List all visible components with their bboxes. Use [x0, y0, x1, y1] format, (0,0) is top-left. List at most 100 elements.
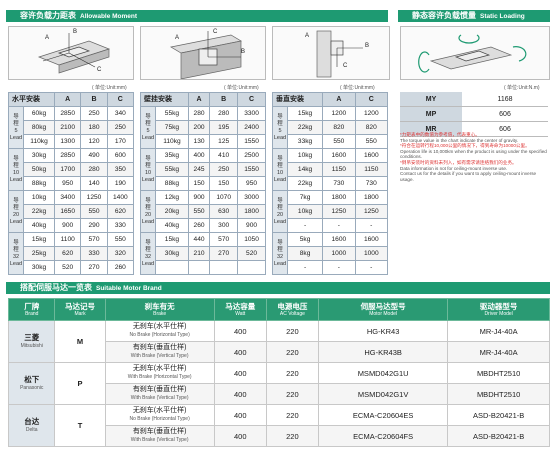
- table-row: 25kg 620 330 320: [9, 246, 135, 261]
- lead-text: 导: [13, 197, 19, 204]
- lead-label: 导程 32 Lead: [272, 232, 288, 275]
- lead-text: 导: [145, 113, 151, 120]
- brand-cn: 松下: [24, 374, 40, 384]
- load-cell: 60kg: [22, 106, 56, 121]
- brand-en: Panasonic: [20, 384, 44, 391]
- header-en: Watt: [235, 311, 246, 317]
- unit-label-wall: ( 单位:Unit:mm): [224, 85, 259, 91]
- lead-text: 导: [13, 239, 19, 246]
- value-cell: 320: [106, 246, 135, 261]
- value-cell: 190: [106, 176, 135, 191]
- value-cell: 280: [187, 106, 211, 121]
- motor-column-header: 电源电压 AC Voltage: [265, 298, 320, 321]
- header-en: Driver Model: [484, 311, 513, 317]
- static-value: 606: [462, 106, 548, 122]
- lead-label: 导程 5 Lead: [140, 106, 156, 149]
- value-cell: 120: [80, 134, 108, 149]
- load-cell: 30kg: [22, 260, 56, 275]
- brake-cn: 无刹车(水平仕样): [132, 365, 187, 372]
- mark-cell: P: [54, 362, 106, 405]
- load-cell: 110kg: [22, 134, 56, 149]
- header-en: Brand: [25, 311, 39, 317]
- value-cell: 250: [80, 106, 108, 121]
- table-row: 导程 5 Lead 60kg 2850 250 340: [8, 106, 135, 149]
- lead-text: 32: [276, 253, 284, 260]
- table-row: 55kg 245 250 1550: [141, 162, 266, 177]
- driver-cell: MBDHT2510: [447, 362, 550, 384]
- volt-cell: 220: [265, 383, 320, 405]
- model-cell: MSMD042G1U: [317, 362, 449, 384]
- brake-cn: 有刹车(垂直仕样): [132, 386, 187, 393]
- lead-text: 10: [144, 169, 152, 176]
- model-cell: MSMD042G1V: [317, 383, 449, 405]
- load-cell: 33kg: [286, 134, 324, 149]
- load-cell: 80kg: [22, 120, 56, 135]
- lead-text: 导: [13, 113, 19, 120]
- value-cell: 3300: [237, 106, 266, 121]
- value-cell: 270: [80, 260, 108, 275]
- static-loading-header: 静态容许负载惯量Static Loading Moment: [398, 10, 550, 33]
- fig3-label-b: B: [365, 43, 370, 49]
- volt-cell: 220: [265, 320, 320, 342]
- static-row: MP 606: [400, 106, 548, 122]
- value-cell: 260: [187, 218, 211, 233]
- lead-text: 程: [145, 246, 151, 253]
- lead-label: 导程 20 Lead: [140, 190, 156, 233]
- value-cell: 3400: [54, 190, 82, 205]
- lead-text: 20: [276, 211, 284, 218]
- load-cell: 50kg: [22, 162, 56, 177]
- load-cell: 55kg: [155, 106, 189, 121]
- value-cell: 820: [322, 120, 356, 135]
- value-cell: 270: [209, 246, 239, 261]
- value-cell: 200: [187, 120, 211, 135]
- value-cell: 250: [106, 120, 135, 135]
- table-row: 75kg 200 195 2400: [141, 120, 266, 135]
- header-cn: 刹车有无: [144, 302, 175, 311]
- value-cell: 195: [209, 120, 239, 135]
- volt-cell: 220: [265, 425, 320, 447]
- table-row: 50kg 1700 280 350: [9, 162, 135, 177]
- wall-mount-table: 壁挂安装 A B C 导程 5 Lead 55kg 280 280 3300 75kg 200 195 24…: [140, 92, 266, 275]
- fig2-label-c: C: [213, 29, 218, 35]
- column-header: C: [237, 92, 266, 107]
- header-cn: 马达记号: [65, 302, 96, 311]
- value-cell: 1250: [354, 204, 389, 219]
- lead-text: 10: [12, 169, 20, 176]
- lead-text: Lead: [273, 260, 287, 267]
- value-cell: 2850: [54, 148, 82, 163]
- unit-label-horizontal: ( 单位:Unit:mm): [92, 85, 127, 91]
- volt-cell: 220: [265, 362, 320, 384]
- load-cell: 10kg: [286, 204, 324, 219]
- model-cell: HG-KR43B: [317, 341, 449, 363]
- lead-text: 5: [14, 127, 18, 134]
- brake-en: With Brake (Vertical Type): [130, 437, 189, 443]
- table-row: 导程 20 Lead 12kg 900 1070 3000: [140, 190, 266, 233]
- brake-cn: 无刹车(水平仕样): [132, 407, 187, 414]
- value-cell: -: [354, 260, 389, 275]
- volt-cell: 220: [265, 404, 320, 426]
- brand-cn: 台达: [24, 416, 40, 426]
- wall-mount-figure: A B C: [140, 26, 266, 80]
- lead-text: 导: [277, 197, 283, 204]
- value-cell: 125: [209, 134, 239, 149]
- load-cell: 15kg: [286, 106, 324, 121]
- lead-text: 5: [146, 127, 150, 134]
- brake-cn: 有刹车(垂直仕样): [132, 344, 187, 351]
- value-cell: 2500: [237, 148, 266, 163]
- value-cell: 1600: [354, 148, 389, 163]
- value-cell: 900: [187, 190, 211, 205]
- lead-text: 程: [277, 246, 283, 253]
- lead-text: 20: [12, 211, 20, 218]
- table-row: 14kg 1150 1150: [273, 162, 389, 177]
- value-cell: 140: [80, 176, 108, 191]
- lead-text: Lead: [141, 176, 155, 183]
- column-header: A: [54, 92, 82, 107]
- value-cell: 1050: [237, 232, 266, 247]
- brake-en: With Brake (Vertical Type): [130, 353, 189, 359]
- motor-column-header: 伺服马达型号 Motor Model: [317, 298, 449, 321]
- motor-column-header: 马达容量 Watt: [213, 298, 267, 321]
- brake-cell: 有刹车(垂直仕样) With Brake (Vertical Type): [104, 341, 215, 363]
- table-row: 导程 5 Lead 55kg 280 280 3300: [140, 106, 266, 149]
- load-cell: 25kg: [22, 246, 56, 261]
- value-cell: 1250: [322, 204, 356, 219]
